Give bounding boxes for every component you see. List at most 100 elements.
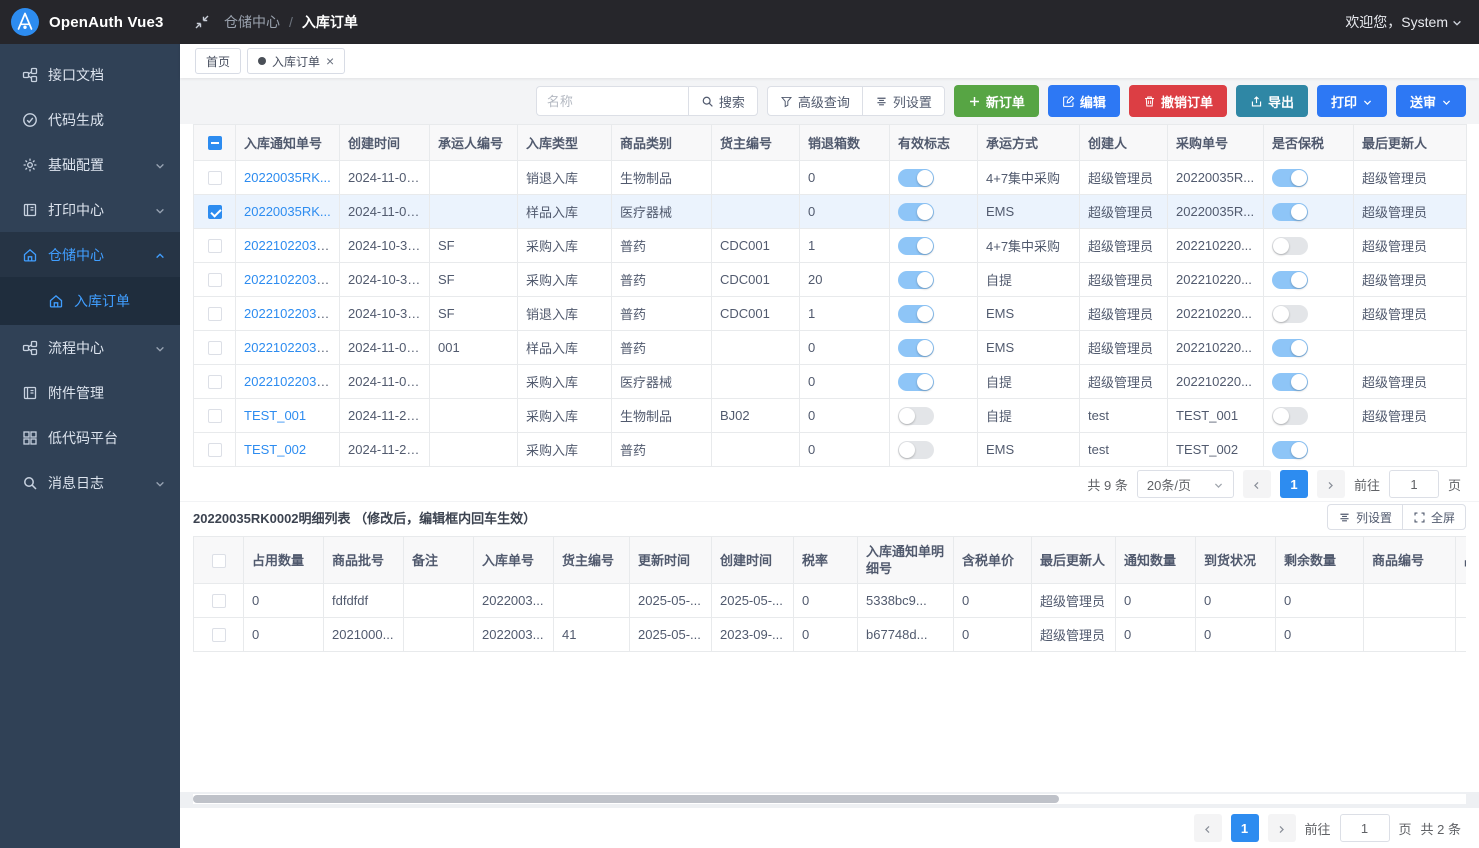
detail-cell-11: 超级管理员 [1032,584,1116,618]
user-menu[interactable]: 欢迎您，System [1345,12,1479,32]
bonded-toggle[interactable] [1272,305,1308,323]
valid-toggle[interactable] [898,271,934,289]
close-icon[interactable]: × [326,54,334,68]
goto-page-input[interactable] [1340,814,1390,842]
column-header: 入库通知单号 [236,125,340,161]
column-settings-button[interactable]: 列设置 [862,86,945,116]
order-link[interactable]: 2022102203R... [244,238,337,253]
row-checkbox[interactable] [208,273,222,287]
creator-cell: 超级管理员 [1080,161,1168,195]
order-link[interactable]: 2022102203R... [244,340,337,355]
valid-toggle[interactable] [898,203,934,221]
advanced-query-button[interactable]: 高级查询 [767,86,862,116]
row-checkbox[interactable] [208,205,222,219]
created-cell: 2024-11-07 ... [340,331,430,365]
sidebar-item-10[interactable]: 消息日志 [0,460,180,505]
row-checkbox[interactable] [208,239,222,253]
select-all-checkbox[interactable] [208,136,222,150]
column-header: 剩余数量 [1276,537,1364,584]
category-cell: 普药 [612,229,712,263]
row-checkbox[interactable] [208,307,222,321]
row-checkbox[interactable] [208,375,222,389]
tab-inbound-orders[interactable]: 入库订单 × [247,48,345,74]
transport-cell: 4+7集中采购 [978,229,1080,263]
sidebar-item-3[interactable]: 基础配置 [0,142,180,187]
fullscreen-button[interactable]: 全屏 [1402,504,1466,530]
bonded-toggle[interactable] [1272,271,1308,289]
row-checkbox[interactable] [208,171,222,185]
valid-toggle[interactable] [898,169,934,187]
column-header: 最后更新人 [1354,125,1467,161]
row-select-cell [194,433,236,467]
approve-button[interactable]: 送审 [1396,85,1466,117]
tab-home[interactable]: 首页 [195,48,241,74]
order-link[interactable]: 2022102203R... [244,306,337,321]
sidebar-item-6[interactable]: 入库订单 [0,277,180,325]
valid-flag-cell [890,161,978,195]
print-button[interactable]: 打印 [1317,85,1387,117]
row-checkbox[interactable] [212,628,226,642]
prev-page-button[interactable] [1243,470,1271,498]
goto-page-input[interactable] [1389,470,1439,498]
prev-page-button[interactable] [1194,814,1222,842]
next-page-button[interactable] [1317,470,1345,498]
sidebar-item-4[interactable]: 打印中心 [0,187,180,232]
valid-toggle[interactable] [898,339,934,357]
valid-toggle[interactable] [898,441,934,459]
new-order-button[interactable]: 新订单 [954,85,1039,117]
row-checkbox[interactable] [208,443,222,457]
order-link[interactable]: 20220035RK... [244,170,331,185]
page-size-select[interactable]: 20条/页 [1137,470,1234,498]
type-cell: 样品入库 [518,331,612,365]
edit-button[interactable]: 编辑 [1048,85,1120,117]
valid-toggle[interactable] [898,305,934,323]
horizontal-scrollbar [193,794,1466,804]
next-page-button[interactable] [1268,814,1296,842]
edit-icon [1062,95,1075,108]
breadcrumb-parent[interactable]: 仓储中心 [224,12,280,32]
search-button[interactable]: 搜索 [688,86,758,116]
bonded-toggle[interactable] [1272,407,1308,425]
carrier_no-cell: SF [430,229,518,263]
sidebar-item-5[interactable]: 仓储中心 [0,232,180,277]
row-checkbox[interactable] [212,594,226,608]
order-link[interactable]: 2022102203R... [244,374,337,389]
detail-table: 占用数量商品批号备注入库单号货主编号更新时间创建时间税率入库通知单明细号含税单价… [193,536,1466,652]
row-checkbox[interactable] [208,341,222,355]
order-link[interactable]: 2022102203R... [244,272,337,287]
valid-toggle[interactable] [898,237,934,255]
search-input[interactable] [536,86,688,116]
bonded-toggle[interactable] [1272,169,1308,187]
table-row: TEST_0022024-11-23 ...采购入库普药0EMStestTEST… [194,433,1467,467]
order-link[interactable]: 20220035RK... [244,204,331,219]
sidebar-item-9[interactable]: 低代码平台 [0,415,180,460]
sidebar-item-1[interactable]: 接口文档 [0,52,180,97]
sidebar-collapse-icon[interactable] [194,14,210,30]
sidebar-item-8[interactable]: 附件管理 [0,370,180,415]
valid-toggle[interactable] [898,373,934,391]
cancel-order-button[interactable]: 撤销订单 [1129,85,1227,117]
row-checkbox[interactable] [208,409,222,423]
page-number[interactable]: 1 [1231,814,1259,842]
order-link[interactable]: TEST_001 [244,408,306,423]
carrier_no-cell [430,399,518,433]
bonded-toggle[interactable] [1272,203,1308,221]
bonded-toggle[interactable] [1272,237,1308,255]
detail-cell-16 [1456,618,1467,652]
bonded-toggle[interactable] [1272,339,1308,357]
column-header: 税率 [794,537,858,584]
transport-cell: 自提 [978,365,1080,399]
scrollbar-thumb[interactable] [193,795,1059,803]
detail-cell-12: 0 [1116,584,1196,618]
chevron-down-icon [154,204,166,216]
sidebar-item-7[interactable]: 流程中心 [0,325,180,370]
sidebar-item-2[interactable]: 代码生成 [0,97,180,142]
page-number[interactable]: 1 [1280,470,1308,498]
bonded-toggle[interactable] [1272,373,1308,391]
export-button[interactable]: 导出 [1236,85,1308,117]
select-all-checkbox[interactable] [212,554,226,568]
order-link[interactable]: TEST_002 [244,442,306,457]
detail-column-settings-button[interactable]: 列设置 [1327,504,1402,530]
valid-toggle[interactable] [898,407,934,425]
bonded-toggle[interactable] [1272,441,1308,459]
